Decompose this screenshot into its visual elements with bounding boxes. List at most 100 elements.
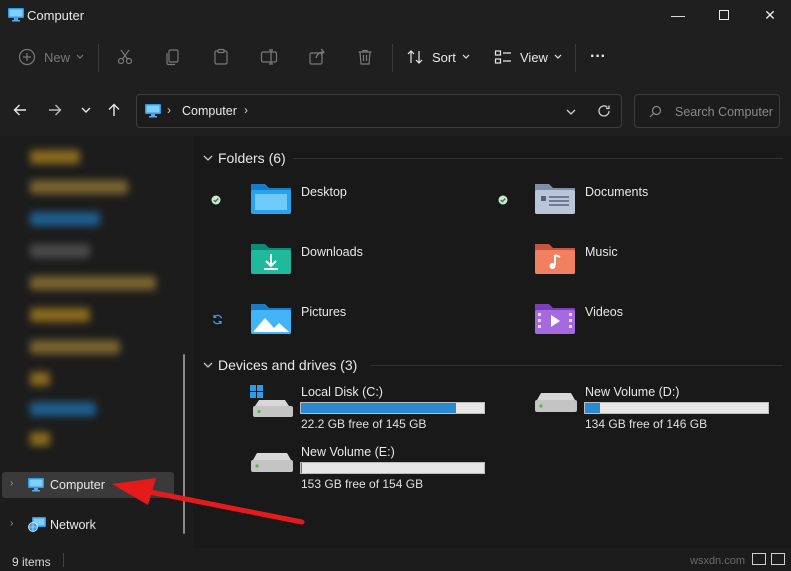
documents-folder-icon bbox=[535, 184, 575, 214]
arrow-up-icon bbox=[108, 103, 120, 116]
item-count: 9 items bbox=[12, 555, 51, 569]
drive-usage-fill bbox=[585, 403, 600, 413]
section-divider bbox=[293, 158, 783, 159]
breadcrumb-computer[interactable]: Computer bbox=[182, 104, 237, 118]
drive-c[interactable] bbox=[249, 384, 295, 420]
recent-locations-button[interactable] bbox=[76, 100, 96, 120]
folder-downloads[interactable] bbox=[249, 240, 297, 280]
folder-label: Music bbox=[585, 245, 618, 259]
trash-icon bbox=[358, 49, 372, 65]
sidebar-scrollbar[interactable] bbox=[183, 354, 185, 534]
paste-button[interactable] bbox=[212, 43, 230, 71]
watermark: wsxdn.com bbox=[690, 555, 746, 567]
toolbar-divider bbox=[575, 44, 576, 72]
copy-button[interactable] bbox=[164, 43, 182, 71]
refresh-icon[interactable] bbox=[597, 104, 611, 118]
drive-usage-fill bbox=[301, 463, 303, 473]
toolbar-divider bbox=[98, 44, 99, 72]
window-title: Computer bbox=[27, 8, 85, 23]
blurred-nav-item[interactable] bbox=[30, 308, 90, 322]
close-button[interactable]: ✕ bbox=[747, 0, 791, 30]
drive-d[interactable] bbox=[533, 392, 579, 422]
share-button[interactable] bbox=[308, 43, 326, 71]
chevron-right-icon[interactable]: › bbox=[10, 518, 13, 529]
drives-section-title: Devices and drives (3) bbox=[218, 357, 358, 373]
toolbar-divider bbox=[392, 44, 393, 72]
minimize-button[interactable]: — bbox=[655, 0, 701, 30]
copy-icon bbox=[166, 49, 179, 66]
tiles-view-button[interactable] bbox=[771, 553, 785, 565]
scissors-icon bbox=[117, 49, 133, 65]
breadcrumb-separator[interactable]: › bbox=[167, 103, 171, 117]
forward-button[interactable] bbox=[45, 100, 65, 120]
breadcrumb-separator[interactable]: › bbox=[244, 103, 248, 117]
navigation-pane: › Computer › Network bbox=[0, 136, 193, 548]
sidebar-item-label: Network bbox=[50, 518, 96, 532]
section-divider bbox=[371, 365, 783, 366]
network-icon bbox=[28, 517, 46, 532]
sort-button[interactable]: Sort bbox=[406, 43, 470, 71]
chevron-down-icon[interactable] bbox=[566, 108, 576, 116]
blurred-nav-item[interactable] bbox=[30, 180, 128, 194]
delete-button[interactable] bbox=[356, 43, 374, 71]
status-divider bbox=[63, 553, 64, 567]
drive-e[interactable] bbox=[249, 452, 295, 482]
view-label: View bbox=[520, 49, 548, 65]
new-button[interactable]: New bbox=[18, 43, 84, 71]
blurred-nav-item[interactable] bbox=[30, 212, 100, 226]
chevron-right-icon[interactable]: › bbox=[10, 478, 13, 489]
details-view-button[interactable] bbox=[752, 553, 766, 565]
folder-videos[interactable] bbox=[533, 300, 581, 340]
drive-usage-bar bbox=[584, 402, 769, 414]
blurred-nav-item[interactable] bbox=[30, 150, 80, 164]
folder-desktop[interactable] bbox=[249, 180, 297, 220]
blurred-nav-item[interactable] bbox=[30, 402, 96, 416]
more-options-button[interactable]: ··· bbox=[590, 43, 606, 71]
drive-label: Local Disk (C:) bbox=[301, 385, 383, 399]
videos-folder-icon bbox=[535, 304, 575, 334]
maximize-button[interactable] bbox=[701, 0, 747, 30]
blurred-nav-item[interactable] bbox=[30, 276, 156, 290]
search-input[interactable]: Search Computer bbox=[634, 94, 780, 128]
new-label: New bbox=[44, 49, 71, 65]
computer-icon bbox=[8, 8, 24, 22]
search-icon bbox=[649, 105, 662, 118]
music-folder-icon bbox=[535, 244, 575, 274]
drive-label: New Volume (E:) bbox=[301, 445, 395, 459]
hard-drive-icon bbox=[251, 453, 293, 472]
folder-pictures[interactable] bbox=[249, 300, 297, 340]
sidebar-item-computer[interactable]: › Computer bbox=[2, 472, 174, 498]
synced-check-icon bbox=[498, 194, 508, 208]
content-pane: Folders (6) Desktop Documents Downloads … bbox=[193, 136, 791, 548]
up-button[interactable] bbox=[104, 100, 124, 120]
cut-button[interactable] bbox=[116, 43, 134, 71]
arrow-right-icon bbox=[49, 104, 62, 116]
folder-label: Desktop bbox=[301, 185, 347, 199]
sidebar-item-network[interactable]: › Network bbox=[2, 512, 174, 538]
drive-usage-bar bbox=[300, 462, 485, 474]
blurred-nav-item[interactable] bbox=[30, 244, 90, 258]
folders-section-header[interactable]: Folders (6) bbox=[203, 150, 286, 166]
blurred-nav-item[interactable] bbox=[30, 432, 50, 446]
chevron-down-icon bbox=[554, 54, 562, 59]
folder-label: Documents bbox=[585, 185, 649, 199]
rename-button[interactable] bbox=[260, 43, 278, 71]
share-icon bbox=[309, 48, 325, 65]
status-bar: 9 items bbox=[0, 548, 791, 571]
folder-documents[interactable] bbox=[533, 180, 581, 220]
view-button[interactable]: View bbox=[494, 43, 562, 71]
drive-usage-fill bbox=[301, 403, 456, 413]
computer-icon bbox=[28, 478, 44, 492]
blurred-nav-item[interactable] bbox=[30, 340, 120, 354]
synced-check-icon bbox=[211, 194, 221, 208]
blurred-nav-item[interactable] bbox=[30, 372, 50, 386]
drives-section-header[interactable]: Devices and drives (3) bbox=[203, 357, 357, 373]
sort-icon bbox=[407, 50, 423, 64]
clipboard-icon bbox=[214, 48, 228, 65]
maximize-icon bbox=[719, 10, 729, 20]
chevron-down-icon bbox=[462, 54, 470, 59]
folder-music[interactable] bbox=[533, 240, 581, 280]
address-bar[interactable]: › Computer › bbox=[136, 94, 622, 128]
address-row: › Computer › Search Computer bbox=[0, 84, 791, 136]
back-button[interactable] bbox=[10, 100, 30, 120]
